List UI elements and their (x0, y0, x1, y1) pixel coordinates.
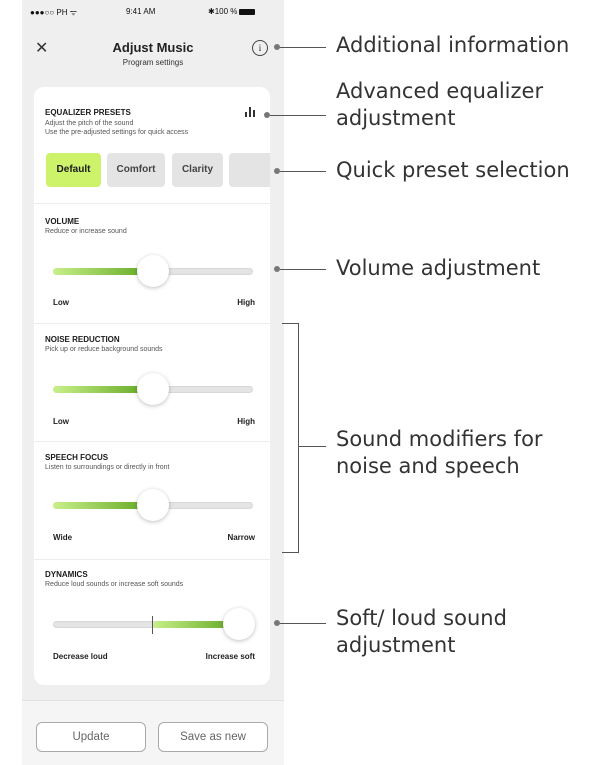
noise-reduction-heading: NOISE REDUCTION (45, 335, 120, 344)
dynamics-description: Reduce loud sounds or increase soft soun… (45, 581, 184, 588)
annotation-advanced-eq: Advanced equalizer adjustment (336, 78, 543, 132)
preset-comfort-button[interactable]: Comfort (107, 153, 165, 187)
battery-label: ✱100 % (208, 7, 238, 16)
save-as-new-button[interactable]: Save as new (158, 722, 268, 752)
preset-more-button[interactable] (229, 153, 270, 187)
noise-reduction-description: Pick up or reduce background sounds (45, 346, 163, 353)
dynamics-thumb[interactable] (223, 608, 255, 640)
sound-modifiers-bracket (282, 323, 299, 553)
callout-line (299, 446, 326, 447)
battery-icon (239, 8, 256, 15)
update-button[interactable]: Update (36, 722, 146, 752)
callout-line (280, 623, 326, 624)
speech-focus-description: Listen to surroundings or directly in fr… (45, 464, 170, 471)
volume-section: VOLUME Reduce or increase sound Low High (34, 203, 270, 324)
preset-row: Default Comfort Clarity (46, 153, 270, 189)
noise-reduction-section: NOISE REDUCTION Pick up or reduce backgr… (34, 323, 270, 442)
volume-high-label: High (237, 298, 255, 307)
info-icon[interactable]: i (252, 40, 268, 56)
battery-indicator: ✱100 % (208, 7, 256, 16)
status-bar: ●●●○○ PH ᯤ 9:41 AM ✱100 % (22, 0, 284, 24)
equalizer-section: EQUALIZER PRESETS Adjust the pitch of th… (34, 87, 270, 204)
speech-focus-heading: SPEECH FOCUS (45, 453, 109, 462)
top-bar: ✕ Adjust Music Program settings i (22, 32, 284, 72)
callout-line (280, 47, 326, 48)
equalizer-description: Adjust the pitch of the sound (45, 120, 134, 127)
page-subtitle: Program settings (122, 58, 184, 67)
volume-heading: VOLUME (45, 217, 80, 226)
speech-focus-thumb[interactable] (137, 489, 169, 521)
speech-focus-slider[interactable] (53, 489, 253, 523)
signal-indicator: ●●●○○ PH ᯤ (30, 8, 78, 17)
noise-reduction-low-label: Low (53, 417, 69, 426)
annotation-advanced-eq-line1: Advanced equalizer (336, 79, 544, 103)
volume-slider[interactable] (53, 255, 253, 289)
dynamics-center-mark (152, 616, 153, 634)
annotation-sound-modifiers-line2: noise and speech (336, 454, 520, 478)
annotation-volume: Volume adjustment (336, 256, 541, 280)
dynamics-low-label: Decrease loud (53, 652, 108, 661)
settings-card: EQUALIZER PRESETS Adjust the pitch of th… (34, 87, 270, 685)
callout-line (280, 269, 326, 270)
annotation-advanced-eq-line2: adjustment (336, 106, 456, 130)
annotation-soft-loud: Soft/ loud sound adjustment (336, 605, 507, 659)
dynamics-slider[interactable] (53, 608, 255, 642)
page-title: Adjust Music (112, 40, 194, 55)
noise-reduction-slider[interactable] (53, 373, 253, 407)
speech-focus-section: SPEECH FOCUS Listen to surroundings or d… (34, 441, 270, 560)
dynamics-heading: DYNAMICS (45, 570, 88, 579)
callout-line (280, 171, 326, 172)
speech-focus-high-label: Narrow (227, 533, 255, 542)
annotation-sound-modifiers-line1: Sound modifiers for (336, 427, 543, 451)
annotation-additional-info: Additional information (336, 33, 570, 57)
speech-focus-low-label: Wide (53, 533, 73, 542)
preset-clarity-button[interactable]: Clarity (172, 153, 223, 187)
equalizer-description-2: Use the pre-adjusted settings for quick … (45, 129, 189, 136)
dynamics-high-label: Increase soft (205, 652, 255, 661)
status-time: 9:41 AM (126, 7, 156, 16)
annotation-quick-preset: Quick preset selection (336, 158, 570, 182)
footer-bar: Update Save as new (22, 700, 284, 765)
volume-low-label: Low (53, 298, 69, 307)
annotation-sound-modifiers: Sound modifiers for noise and speech (336, 426, 543, 480)
equalizer-bars-icon[interactable] (245, 107, 255, 117)
annotation-soft-loud-line1: Soft/ loud sound (336, 606, 507, 630)
dynamics-section: DYNAMICS Reduce loud sounds or increase … (34, 559, 270, 685)
noise-reduction-thumb[interactable] (137, 373, 169, 405)
equalizer-heading: EQUALIZER PRESETS (45, 108, 131, 117)
preset-default-button[interactable]: Default (46, 153, 101, 187)
volume-thumb[interactable] (137, 255, 169, 287)
callout-line (270, 115, 326, 116)
noise-reduction-high-label: High (237, 417, 255, 426)
volume-description: Reduce or increase sound (45, 228, 127, 235)
phone-screen: ●●●○○ PH ᯤ 9:41 AM ✱100 % ✕ Adjust Music… (22, 0, 284, 765)
annotation-soft-loud-line2: adjustment (336, 633, 456, 657)
